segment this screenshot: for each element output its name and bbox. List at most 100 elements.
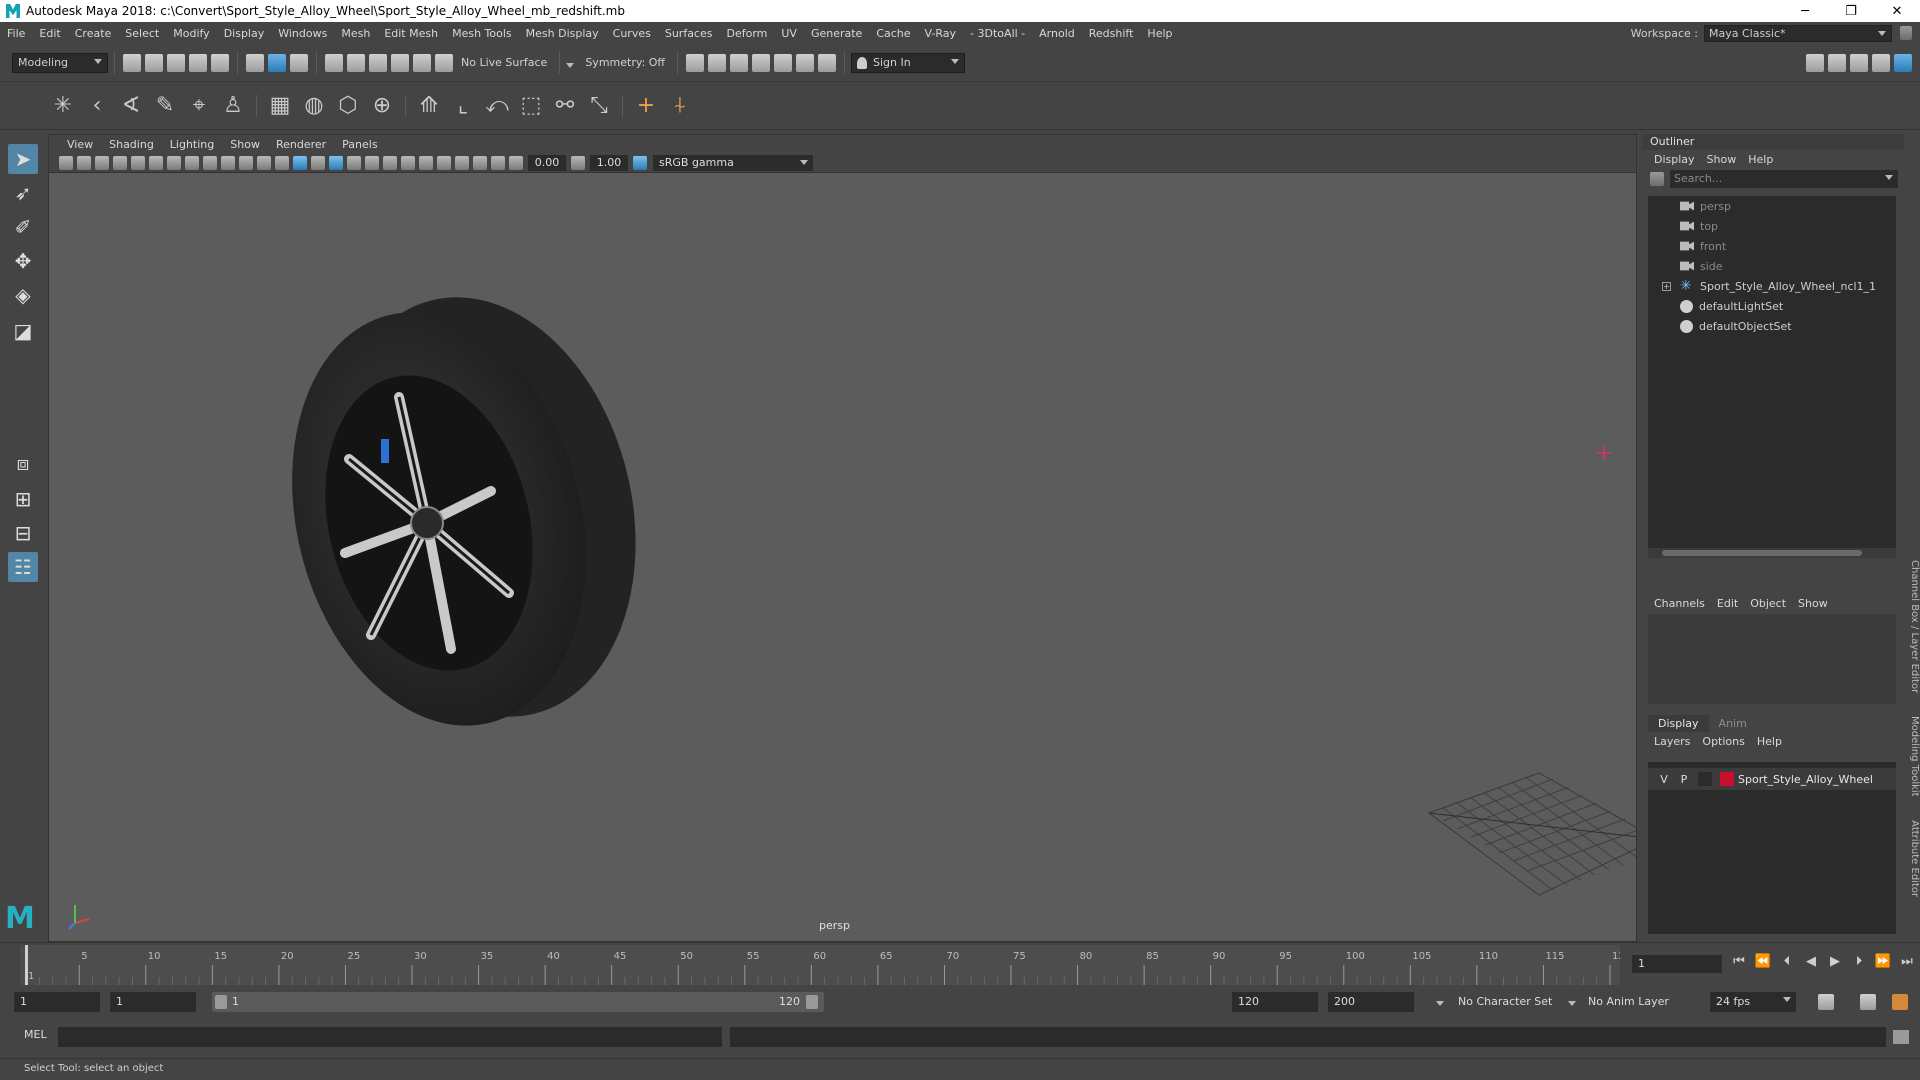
snap-point-icon[interactable] xyxy=(369,53,387,72)
scrollbar-thumb[interactable] xyxy=(1662,550,1862,556)
animation-end-field[interactable]: 200 xyxy=(1328,992,1414,1012)
layer-menu-layers[interactable]: Layers xyxy=(1648,735,1696,748)
rotate-tool-icon[interactable]: ◈ xyxy=(8,280,38,310)
four-view-icon[interactable]: ⊞ xyxy=(8,484,38,514)
lock-icon[interactable] xyxy=(1900,26,1912,40)
viewport-menu-view[interactable]: View xyxy=(59,138,101,151)
script-language-label[interactable]: MEL xyxy=(24,1028,47,1041)
extrude-icon[interactable]: ⟰ xyxy=(416,93,442,119)
outliner-toggle-icon[interactable] xyxy=(1872,53,1890,72)
viewport-panel[interactable]: View Shading Lighting Show Renderer Pane… xyxy=(48,134,1637,942)
pause-icon[interactable] xyxy=(818,53,837,72)
snap-grid-icon[interactable] xyxy=(325,53,343,72)
script-editor-icon[interactable] xyxy=(1893,1030,1909,1044)
menu-select[interactable]: Select xyxy=(118,27,166,40)
chevron-down-icon[interactable] xyxy=(1436,1001,1444,1006)
center-pivot-icon[interactable]: + xyxy=(633,93,659,119)
redshift-render-icon[interactable] xyxy=(796,53,815,72)
outliner-item-side[interactable]: side xyxy=(1648,256,1896,276)
snap-pivot-icon[interactable] xyxy=(435,53,453,72)
menu-cache[interactable]: Cache xyxy=(869,27,917,40)
viewport-menu-lighting[interactable]: Lighting xyxy=(162,138,222,151)
sign-in-button[interactable]: Sign In xyxy=(851,52,966,73)
outliner-layout-icon[interactable]: ☷ xyxy=(8,552,38,582)
snap-view-icon[interactable] xyxy=(391,53,409,72)
resolution-gate-icon[interactable] xyxy=(203,155,217,170)
backface-culling-icon[interactable] xyxy=(491,155,505,170)
color-management-icon[interactable] xyxy=(633,155,647,170)
modeling-toolkit-icon[interactable] xyxy=(1806,53,1824,72)
view-transform-dropdown[interactable]: sRGB gamma xyxy=(653,154,813,171)
playback-start-field[interactable]: 1 xyxy=(110,992,196,1012)
menu-display[interactable]: Display xyxy=(217,27,272,40)
select-camera-icon[interactable] xyxy=(59,155,73,170)
film-gate-icon[interactable] xyxy=(185,155,199,170)
menu-surfaces[interactable]: Surfaces xyxy=(658,27,720,40)
menu-windows[interactable]: Windows xyxy=(271,27,334,40)
mesh-cylinder-icon[interactable]: ⬡ xyxy=(335,93,361,119)
xray-joints-icon[interactable] xyxy=(473,155,487,170)
two-view-icon[interactable]: ⊟ xyxy=(8,518,38,548)
time-slider[interactable]: 1 5 10 15 20 25 30 35 40 45 50 55 60 65 70 75 80 85 90 95 10… xyxy=(0,942,1920,988)
ipr-render-icon[interactable] xyxy=(730,53,749,72)
exposure-icon[interactable] xyxy=(509,155,523,170)
menu-deform[interactable]: Deform xyxy=(719,27,774,40)
bookmark-icon[interactable] xyxy=(95,155,109,170)
grid-icon[interactable] xyxy=(167,155,181,170)
menu-mesh-tools[interactable]: Mesh Tools xyxy=(445,27,519,40)
render-view-icon[interactable] xyxy=(752,53,771,72)
scale-tool-icon[interactable]: ◪ xyxy=(8,316,38,346)
menu-arnold[interactable]: Arnold xyxy=(1032,27,1082,40)
expand-icon[interactable]: + xyxy=(1662,281,1671,291)
close-button[interactable]: ✕ xyxy=(1874,0,1920,22)
isolate-select-icon[interactable] xyxy=(437,155,451,170)
move-tool-icon[interactable]: ✥ xyxy=(8,246,38,276)
side-tab-modeling-toolkit[interactable]: Modeling Toolkit xyxy=(1909,716,1920,797)
wheel-model[interactable] xyxy=(250,265,678,758)
field-chart-icon[interactable] xyxy=(239,155,253,170)
smooth-shade-icon[interactable] xyxy=(293,155,307,170)
layer-playback-toggle[interactable]: P xyxy=(1674,773,1694,786)
play-forward-icon[interactable]: ▶ xyxy=(1826,951,1844,973)
workspace-dropdown[interactable]: Maya Classic* xyxy=(1704,24,1892,42)
tab-display[interactable]: Display xyxy=(1648,715,1709,732)
undo-icon[interactable] xyxy=(189,53,207,72)
save-scene-icon[interactable] xyxy=(167,53,185,72)
menu-redshift[interactable]: Redshift xyxy=(1082,27,1141,40)
skeleton-icon[interactable]: ♙ xyxy=(220,93,246,119)
attribute-editor-icon[interactable] xyxy=(1828,53,1846,72)
auto-key-icon[interactable] xyxy=(1860,994,1876,1010)
range-end-handle[interactable] xyxy=(806,995,818,1009)
layer-visibility-toggle[interactable]: V xyxy=(1654,773,1674,786)
viewport-menu-panels[interactable]: Panels xyxy=(334,138,385,151)
menu-modify[interactable]: Modify xyxy=(166,27,216,40)
menu-help[interactable]: Help xyxy=(1140,27,1179,40)
outliner-item-default-light-set[interactable]: defaultLightSet xyxy=(1648,296,1896,316)
filter-icon[interactable] xyxy=(1650,172,1664,186)
outliner-menu-show[interactable]: Show xyxy=(1701,153,1743,166)
menu-generate[interactable]: Generate xyxy=(804,27,869,40)
menu-edit-mesh[interactable]: Edit Mesh xyxy=(377,27,445,40)
go-to-start-icon[interactable]: ⏮ xyxy=(1730,951,1748,973)
wireframe-icon[interactable] xyxy=(275,155,289,170)
layer-type-toggle[interactable] xyxy=(1698,772,1712,786)
select-hierarchy-icon[interactable] xyxy=(246,53,264,72)
play-backward-icon[interactable]: ◀ xyxy=(1802,951,1820,973)
timeline-ticks[interactable]: 1 5 10 15 20 25 30 35 40 45 50 55 60 65 70 75 80 85 90 95 10… xyxy=(20,945,1620,985)
menu-mesh-display[interactable]: Mesh Display xyxy=(519,27,606,40)
outliner-item-persp[interactable]: persp xyxy=(1648,196,1896,216)
character-set-label[interactable]: No Character Set xyxy=(1458,992,1552,1012)
range-start-handle[interactable] xyxy=(215,995,227,1009)
append-polygon-icon[interactable]: ⬚ xyxy=(518,93,544,119)
target-weld-icon[interactable]: ⤡ xyxy=(586,93,612,119)
layer-menu-help[interactable]: Help xyxy=(1751,735,1788,748)
step-back-key-icon[interactable]: ⏴ xyxy=(1778,951,1796,973)
snap-surface-icon[interactable] xyxy=(413,53,431,72)
two-d-pan-icon[interactable] xyxy=(131,155,145,170)
outliner-item-wheel-group[interactable]: + ✳ Sport_Style_Alloy_Wheel_ncl1_1 xyxy=(1648,276,1896,296)
cv-curve-icon[interactable]: ‹ xyxy=(84,93,110,119)
layer-menu-options[interactable]: Options xyxy=(1696,735,1750,748)
shadows-icon[interactable] xyxy=(365,155,379,170)
symmetry-label[interactable]: Symmetry: Off xyxy=(579,56,671,69)
minimize-button[interactable]: ─ xyxy=(1782,0,1828,22)
